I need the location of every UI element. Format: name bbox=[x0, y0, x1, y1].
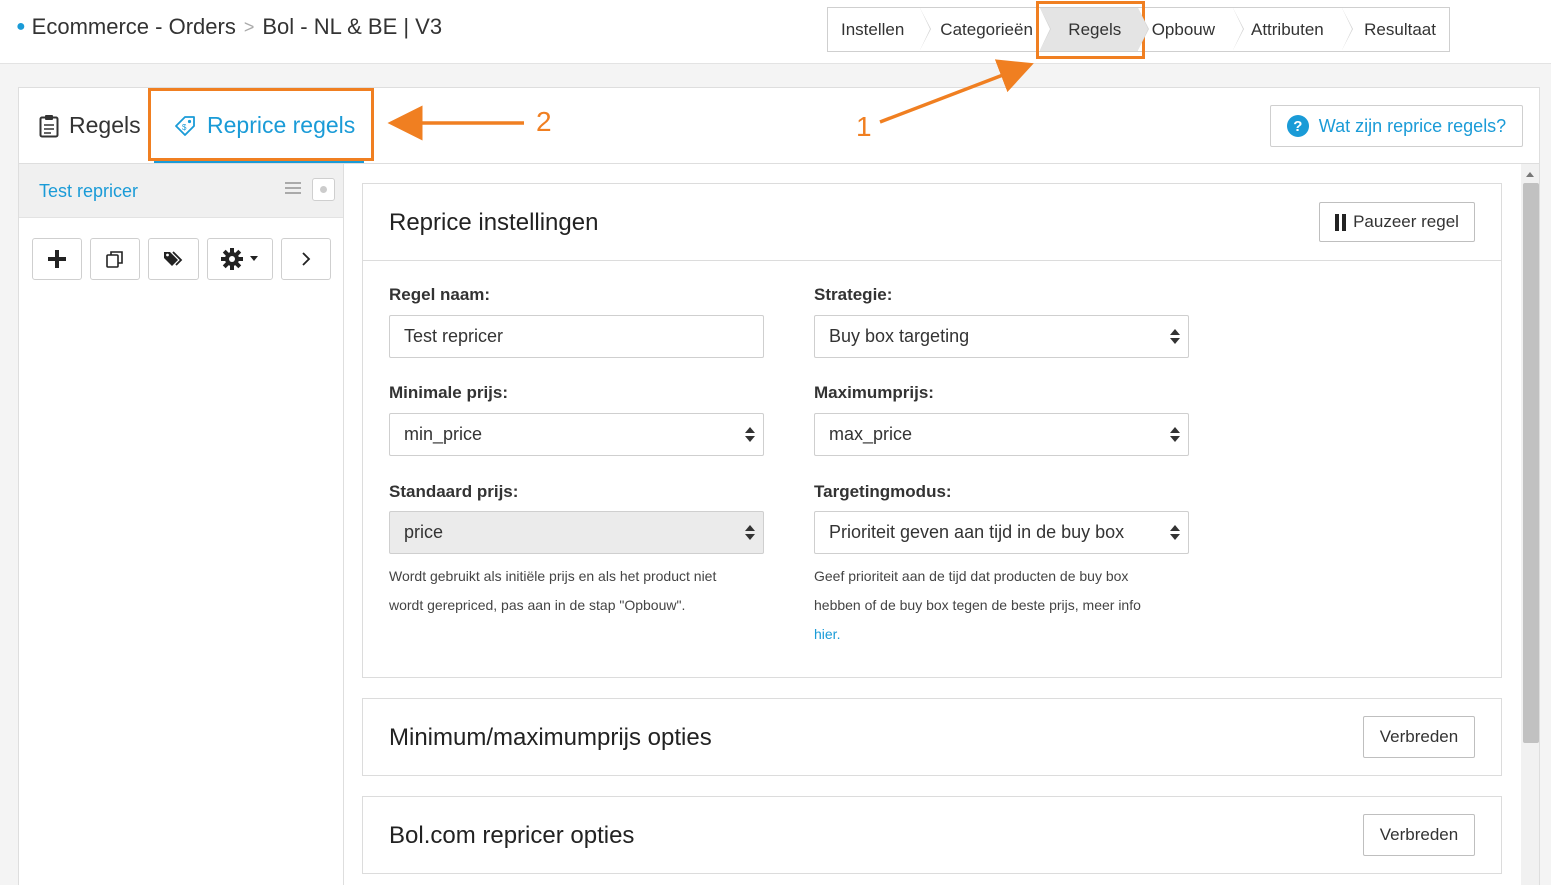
annotation-number-2: 2 bbox=[536, 106, 552, 137]
annotation-arrow-1 bbox=[879, 59, 1034, 124]
annotation-number-1: 1 bbox=[856, 111, 872, 142]
annotation-arrows bbox=[387, 59, 1034, 141]
